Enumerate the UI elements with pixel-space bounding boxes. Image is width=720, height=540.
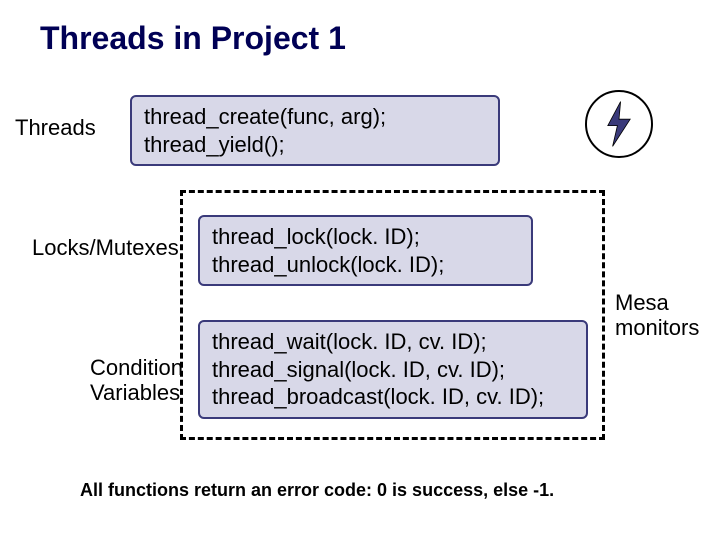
footer-note: All functions return an error code: 0 is…	[80, 480, 554, 501]
code-line: thread_signal(lock. ID, cv. ID);	[212, 356, 574, 384]
condvar-label-line2: Variables	[90, 380, 183, 405]
locks-label: Locks/Mutexes	[32, 235, 179, 261]
condvar-label: Condition Variables	[90, 355, 183, 406]
slide-title: Threads in Project 1	[40, 20, 346, 57]
threads-label: Threads	[15, 115, 96, 141]
code-line: thread_wait(lock. ID, cv. ID);	[212, 328, 574, 356]
code-line: thread_broadcast(lock. ID, cv. ID);	[212, 383, 574, 411]
condvar-code-box: thread_wait(lock. ID, cv. ID); thread_si…	[198, 320, 588, 419]
mesa-label-line1: Mesa	[615, 290, 699, 315]
lightning-icon	[585, 90, 653, 158]
code-line: thread_yield();	[144, 131, 486, 159]
code-line: thread_unlock(lock. ID);	[212, 251, 519, 279]
locks-code-box: thread_lock(lock. ID); thread_unlock(loc…	[198, 215, 533, 286]
threads-code-box: thread_create(func, arg); thread_yield()…	[130, 95, 500, 166]
mesa-label-line2: monitors	[615, 315, 699, 340]
condvar-label-line1: Condition	[90, 355, 183, 380]
mesa-monitors-label: Mesa monitors	[615, 290, 699, 341]
code-line: thread_create(func, arg);	[144, 103, 486, 131]
code-line: thread_lock(lock. ID);	[212, 223, 519, 251]
